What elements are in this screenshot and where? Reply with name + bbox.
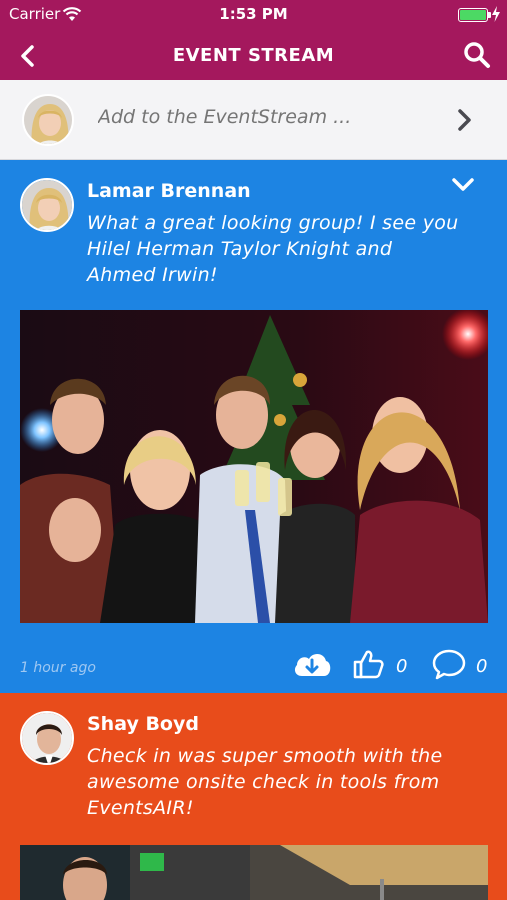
post-card: Shay Boyd Check in was super smooth with… (0, 693, 507, 900)
page-title: EVENT STREAM (172, 45, 335, 66)
avatar (22, 94, 74, 146)
post-input[interactable] (98, 106, 438, 128)
download-icon[interactable] (292, 648, 332, 680)
status-time: 1:53 PM (219, 5, 288, 23)
post-author[interactable]: Shay Boyd (87, 713, 199, 735)
post-composer (0, 80, 507, 160)
like-count: 0 (396, 656, 408, 677)
post-timestamp: 1 hour ago (20, 660, 96, 676)
post-text-line: Check in was super smooth with the (87, 745, 443, 767)
comment-icon[interactable] (432, 648, 466, 680)
navigation-bar: Carrier 1:53 PM EVENT STREAM (0, 0, 507, 80)
post-text-line: What a great looking group! I see you (87, 212, 459, 234)
post-text-line: Ahmed Irwin! (87, 264, 218, 286)
post-text-line: EventsAIR! (87, 797, 194, 819)
post-card: Lamar Brennan What a great looking group… (0, 160, 507, 693)
post-author[interactable]: Lamar Brennan (87, 180, 251, 202)
battery-icon (458, 8, 491, 22)
status-bar: Carrier 1:53 PM (0, 0, 507, 28)
post-text: What a great looking group! I see you Hi… (87, 210, 487, 288)
avatar (20, 178, 74, 232)
chevron-right-icon[interactable] (452, 106, 476, 134)
comment-count: 0 (476, 656, 488, 677)
post-text-line: Hilel Herman Taylor Knight and (87, 238, 393, 260)
search-icon[interactable] (462, 40, 492, 70)
charging-icon (492, 6, 500, 22)
post-photo[interactable] (20, 845, 488, 900)
avatar (20, 711, 74, 765)
chevron-down-icon[interactable] (450, 174, 476, 196)
post-photo[interactable] (20, 310, 488, 623)
post-text-line: awesome onsite check in tools from (87, 771, 440, 793)
like-icon[interactable] (352, 648, 384, 680)
post-text: Check in was super smooth with the aweso… (87, 743, 487, 821)
